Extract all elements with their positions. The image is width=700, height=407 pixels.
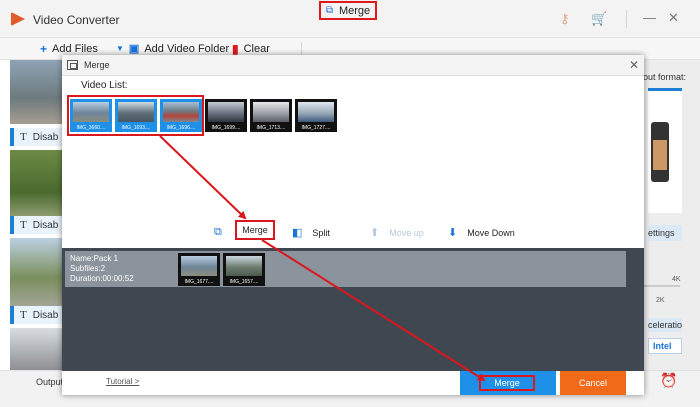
video-name: IMG_1699.... bbox=[211, 125, 241, 131]
add-files-button[interactable]: + Add Files bbox=[40, 42, 98, 56]
pack-name: Name:Pack 1 bbox=[70, 254, 119, 263]
merge-confirm-button[interactable]: Merge bbox=[460, 371, 556, 395]
merge-icon: ⧉ bbox=[325, 5, 333, 16]
video-list-label: Video List: bbox=[81, 80, 128, 91]
subtitle-label: Disab bbox=[32, 309, 59, 321]
key-icon[interactable]: ⚷ bbox=[560, 11, 570, 27]
move-up-icon: ⬆ bbox=[370, 227, 380, 239]
dialog-title-bar: Merge ✕ bbox=[62, 55, 644, 76]
video-thumbnail bbox=[298, 102, 334, 122]
settings-button[interactable]: ettings bbox=[648, 225, 682, 241]
dropdown-arrow-icon: ▼ bbox=[116, 44, 124, 53]
close-icon[interactable]: ✕ bbox=[629, 58, 639, 72]
toolbar-divider bbox=[301, 42, 302, 56]
add-video-folder-button[interactable]: ▼ ▣ Add Video Folder bbox=[116, 42, 230, 56]
text-icon: T bbox=[20, 131, 27, 143]
video-thumbnail[interactable] bbox=[10, 328, 62, 370]
intel-button[interactable]: Intel bbox=[648, 338, 682, 354]
merge-toolbar-label: Merge bbox=[338, 4, 371, 17]
alarm-clock-icon[interactable]: ⏰ bbox=[660, 372, 677, 389]
quality-slider[interactable] bbox=[642, 285, 680, 287]
split-icon: ◧ bbox=[292, 227, 303, 239]
add-video-folder-label: Add Video Folder bbox=[144, 42, 230, 55]
video-thumbnail bbox=[226, 256, 262, 276]
merge-dialog: Merge ✕ Video List: IMG_3660.... IMG_169… bbox=[62, 55, 644, 395]
file-list: T Disab T Disab T Disab bbox=[10, 60, 62, 370]
merge-button[interactable]: Merge bbox=[235, 220, 275, 240]
pack-clip[interactable]: IMG_1657.... bbox=[223, 253, 265, 286]
tutorial-link[interactable]: Tutorial > bbox=[106, 377, 139, 386]
add-files-label: Add Files bbox=[52, 43, 98, 55]
video-name: IMG_1713.... bbox=[256, 125, 286, 131]
output-format-label: out format: bbox=[643, 72, 687, 82]
dialog-footer: Tutorial > Merge Cancel bbox=[62, 371, 644, 395]
folder-plus-icon: ▣ bbox=[128, 43, 140, 55]
video-thumbnail bbox=[181, 256, 217, 276]
clip-name: IMG_1677.... bbox=[184, 279, 214, 285]
split-button[interactable]: ◧ Split bbox=[292, 226, 330, 239]
move-down-button[interactable]: ⬇ Move Down bbox=[448, 226, 515, 239]
merge-small-icon-button[interactable]: ⧉ bbox=[214, 226, 232, 239]
title-divider bbox=[626, 10, 627, 28]
video-list-item[interactable]: IMG_1713.... bbox=[250, 99, 292, 132]
selection-highlight bbox=[67, 95, 204, 136]
video-thumbnail[interactable] bbox=[10, 238, 62, 310]
device-phone-icon bbox=[651, 122, 669, 182]
split-label: Split bbox=[312, 227, 330, 238]
pack-info: Name:Pack 1 Subfiles:2 Duration:00:00:52 bbox=[70, 254, 134, 284]
video-name: IMG_1727.... bbox=[301, 125, 331, 131]
video-thumbnail bbox=[208, 102, 244, 122]
dialog-title: Merge bbox=[84, 60, 110, 70]
cancel-button[interactable]: Cancel bbox=[560, 371, 626, 395]
pack-clip[interactable]: IMG_1677.... bbox=[178, 253, 220, 286]
app-title: Video Converter bbox=[33, 13, 120, 27]
subtitle-row[interactable]: T Disab bbox=[10, 306, 62, 324]
app-logo-icon bbox=[11, 12, 25, 26]
slider-max-label: 4K bbox=[672, 276, 681, 283]
video-list-item[interactable]: IMG_1727.... bbox=[295, 99, 337, 132]
merge-pack[interactable]: Name:Pack 1 Subfiles:2 Duration:00:00:52… bbox=[65, 251, 626, 287]
merge-icon bbox=[67, 60, 78, 70]
move-up-button[interactable]: ⬆ Move up bbox=[370, 226, 424, 239]
video-thumbnail[interactable] bbox=[10, 150, 62, 220]
pack-subfiles: Subfiles:2 bbox=[70, 264, 106, 273]
subtitle-label: Disab bbox=[32, 131, 59, 143]
cart-icon[interactable]: 🛒 bbox=[591, 11, 607, 27]
merge-confirm-label: Merge bbox=[479, 375, 535, 391]
merge-icon: ⧉ bbox=[214, 226, 222, 238]
plus-icon: + bbox=[40, 42, 48, 56]
minimize-icon[interactable]: — bbox=[643, 10, 656, 25]
trash-icon: ▮ bbox=[232, 42, 239, 56]
subtitle-label: Disab bbox=[32, 219, 59, 231]
video-thumbnail[interactable] bbox=[10, 60, 62, 124]
merge-pack-area: Name:Pack 1 Subfiles:2 Duration:00:00:52… bbox=[62, 248, 644, 371]
hardware-acceleration-label: celeration bbox=[648, 318, 682, 332]
merge-toolbar-button[interactable]: ⧉ Merge bbox=[319, 1, 377, 20]
subtitle-row[interactable]: T Disab bbox=[10, 128, 62, 146]
action-row: ⧉ ◧ Split ⬆ Move up ⬇ Move Down bbox=[62, 223, 644, 245]
clear-button[interactable]: ▮ Clear bbox=[232, 42, 270, 56]
video-thumbnail bbox=[253, 102, 289, 122]
clear-label: Clear bbox=[243, 43, 270, 55]
video-list-item[interactable]: IMG_1699.... bbox=[205, 99, 247, 132]
text-icon: T bbox=[20, 309, 27, 321]
move-up-label: Move up bbox=[389, 227, 424, 238]
slider-mid-label: 2K bbox=[656, 297, 665, 304]
move-down-icon: ⬇ bbox=[448, 227, 458, 239]
subtitle-row[interactable]: T Disab bbox=[10, 216, 62, 234]
clip-name: IMG_1657.... bbox=[229, 279, 259, 285]
pack-duration: Duration:00:00:52 bbox=[70, 274, 134, 283]
move-down-label: Move Down bbox=[467, 227, 515, 238]
close-icon[interactable]: ✕ bbox=[668, 10, 679, 26]
text-icon: T bbox=[20, 219, 27, 231]
